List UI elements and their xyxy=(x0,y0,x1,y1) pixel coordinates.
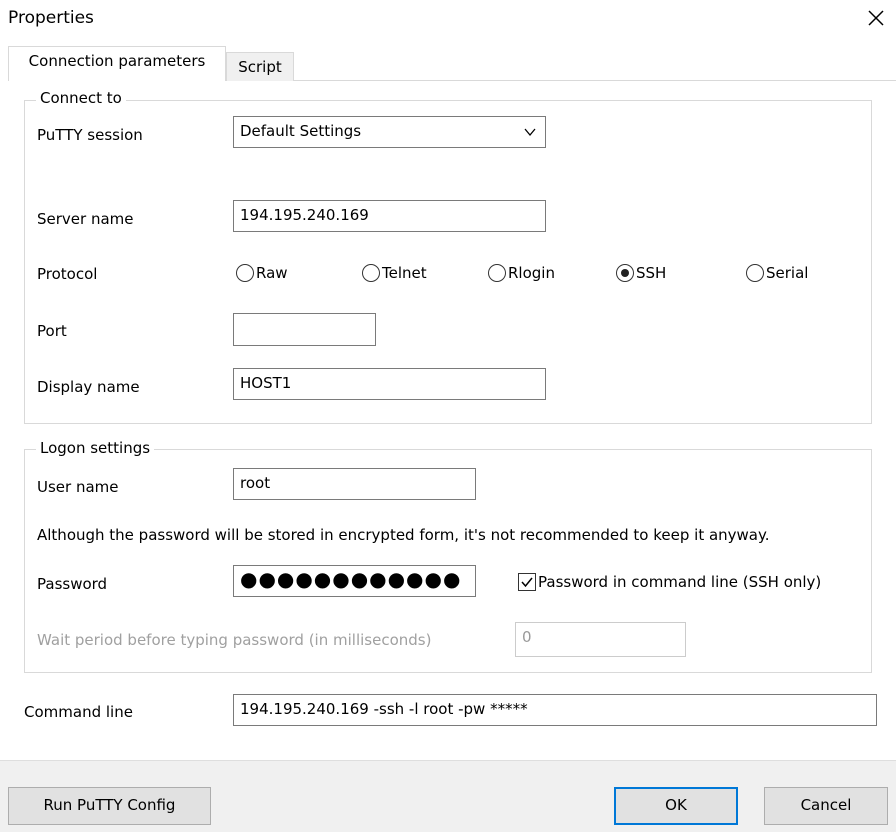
protocol-ssh-radio[interactable]: SSH xyxy=(616,264,666,282)
checkbox-box xyxy=(518,573,536,591)
checkmark-icon xyxy=(521,577,533,588)
protocol-raw-label: Raw xyxy=(256,264,288,282)
putty-session-value: Default Settings xyxy=(240,122,362,140)
server-name-label: Server name xyxy=(37,210,134,228)
server-name-input[interactable]: 194.195.240.169 xyxy=(233,200,546,232)
ok-button[interactable]: OK xyxy=(614,787,738,825)
protocol-label: Protocol xyxy=(37,265,98,283)
display-name-input[interactable]: HOST1 xyxy=(233,368,546,400)
logon-settings-legend: Logon settings xyxy=(36,439,155,457)
password-in-cmdline-checkbox[interactable]: Password in command line (SSH only) xyxy=(518,573,821,591)
putty-session-select[interactable]: Default Settings xyxy=(233,116,546,148)
radio-circle-selected xyxy=(616,264,634,282)
password-in-cmdline-label: Password in command line (SSH only) xyxy=(538,573,822,591)
radio-circle xyxy=(746,264,764,282)
user-name-label: User name xyxy=(37,478,119,496)
protocol-serial-radio[interactable]: Serial xyxy=(746,264,808,282)
tab-connection-parameters[interactable]: Connection parameters xyxy=(8,46,226,81)
password-label: Password xyxy=(37,575,108,593)
putty-session-label: PuTTY session xyxy=(37,126,143,144)
protocol-telnet-radio[interactable]: Telnet xyxy=(362,264,427,282)
protocol-serial-label: Serial xyxy=(766,264,809,282)
radio-circle xyxy=(236,264,254,282)
close-icon[interactable] xyxy=(864,6,888,30)
command-line-input[interactable]: 194.195.240.169 -ssh -l root -pw ***** xyxy=(233,694,877,726)
protocol-ssh-label: SSH xyxy=(636,264,667,282)
port-label: Port xyxy=(37,322,67,340)
window-title: Properties xyxy=(8,8,94,28)
wait-period-input: 0 xyxy=(515,622,686,657)
run-putty-config-button[interactable]: Run PuTTY Config xyxy=(8,787,211,825)
cancel-button[interactable]: Cancel xyxy=(764,787,888,825)
wait-period-label: Wait period before typing password (in m… xyxy=(37,631,432,649)
protocol-raw-radio[interactable]: Raw xyxy=(236,264,288,282)
radio-circle xyxy=(362,264,380,282)
protocol-telnet-label: Telnet xyxy=(382,264,427,282)
radio-selected-dot xyxy=(621,269,629,277)
tab-script[interactable]: Script xyxy=(226,52,294,81)
password-input[interactable]: ●●●●●●●●●●●● xyxy=(233,565,476,597)
command-line-label: Command line xyxy=(24,703,133,721)
user-name-input[interactable]: root xyxy=(233,468,476,500)
connect-to-legend: Connect to xyxy=(36,89,126,107)
password-warning-text: Although the password will be stored in … xyxy=(37,526,770,544)
port-input[interactable] xyxy=(233,313,376,346)
chevron-down-icon xyxy=(524,128,536,137)
display-name-label: Display name xyxy=(37,378,140,396)
protocol-rlogin-radio[interactable]: Rlogin xyxy=(488,264,555,282)
protocol-rlogin-label: Rlogin xyxy=(508,264,555,282)
radio-circle xyxy=(488,264,506,282)
